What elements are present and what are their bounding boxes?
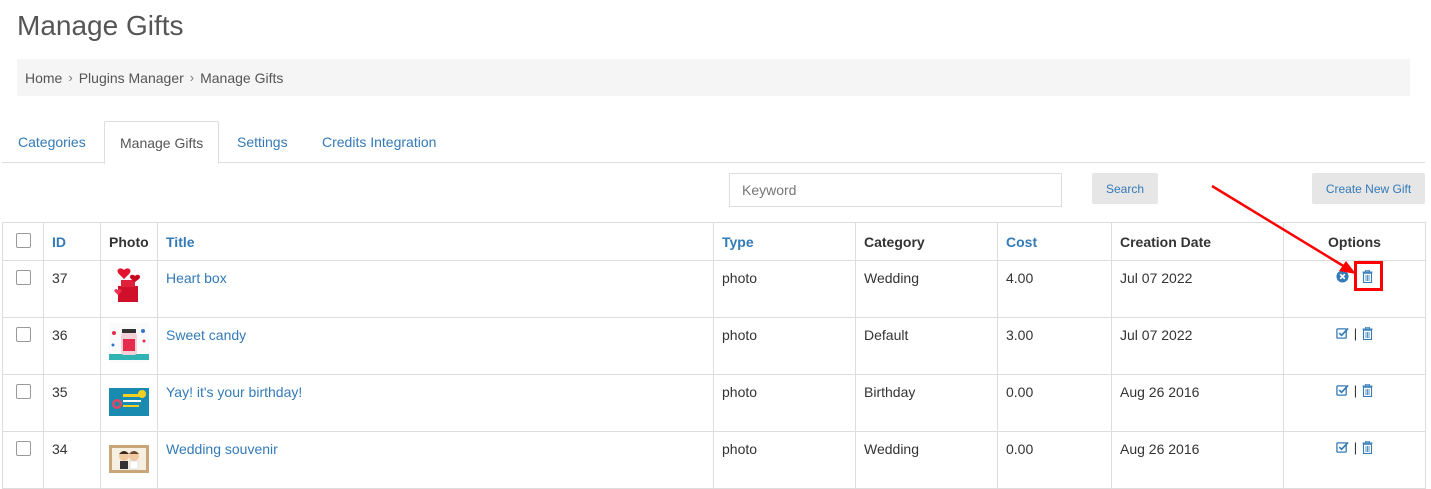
- search-button[interactable]: Search: [1092, 173, 1158, 204]
- trash-icon[interactable]: [1362, 441, 1373, 454]
- breadcrumb-manage-gifts: Manage Gifts: [200, 69, 284, 86]
- tab-categories[interactable]: Categories: [3, 121, 101, 163]
- search-input[interactable]: [729, 173, 1062, 207]
- row-category: Wedding: [855, 260, 998, 318]
- breadcrumb-home[interactable]: Home: [25, 70, 62, 86]
- table-header-row: ID Photo Title Type Category Cost Creati…: [2, 222, 1426, 261]
- header-id[interactable]: ID: [43, 222, 101, 261]
- circle-x-icon[interactable]: [1336, 270, 1349, 283]
- row-id: 37: [43, 260, 101, 318]
- gift-thumbnail-wedding-souvenir: [109, 445, 149, 473]
- tab-bar: Categories Manage Gifts Settings Credits…: [2, 121, 1425, 164]
- tab-settings[interactable]: Settings: [222, 121, 303, 163]
- row-type: photo: [713, 431, 856, 489]
- header-cost[interactable]: Cost: [997, 222, 1112, 261]
- table-row: 36 Sweet candy photo Default 3.00 Jul 07…: [2, 317, 1426, 375]
- row-checkbox[interactable]: [15, 327, 31, 342]
- row-checkbox[interactable]: [15, 441, 31, 456]
- trash-icon[interactable]: [1362, 327, 1373, 340]
- create-new-gift-button[interactable]: Create New Gift: [1312, 173, 1425, 204]
- gift-title-link[interactable]: Sweet candy: [166, 327, 246, 343]
- table-row: 35 Yay! it's your birthday! photo Birthd…: [2, 374, 1426, 432]
- trash-icon[interactable]: [1362, 384, 1373, 397]
- row-id: 36: [43, 317, 101, 375]
- header-title[interactable]: Title: [157, 222, 714, 261]
- checkbox-edit-icon[interactable]: [1336, 441, 1349, 454]
- row-creation-date: Aug 26 2016: [1111, 374, 1284, 432]
- row-cost: 0.00: [997, 431, 1112, 489]
- row-cost: 3.00: [997, 317, 1112, 375]
- gift-title-link[interactable]: Heart box: [166, 270, 227, 286]
- row-category: Birthday: [855, 374, 998, 432]
- row-cost: 0.00: [997, 374, 1112, 432]
- gift-thumbnail-birthday: [109, 388, 149, 416]
- header-photo: Photo: [100, 222, 158, 261]
- tab-credits-integration[interactable]: Credits Integration: [307, 121, 451, 163]
- row-creation-date: Jul 07 2022: [1111, 260, 1284, 318]
- gift-title-link[interactable]: Wedding souvenir: [166, 441, 278, 457]
- row-type: photo: [713, 317, 856, 375]
- row-type: photo: [713, 374, 856, 432]
- gift-thumbnail-heart-box: [114, 268, 141, 302]
- gift-title-link[interactable]: Yay! it's your birthday!: [166, 384, 302, 400]
- row-cost: 4.00: [997, 260, 1112, 318]
- option-divider: |: [1353, 326, 1358, 341]
- row-checkbox[interactable]: [15, 384, 31, 399]
- option-divider: |: [1353, 383, 1358, 398]
- row-creation-date: Jul 07 2022: [1111, 317, 1284, 375]
- header-options: Options: [1283, 222, 1426, 261]
- checkbox-edit-icon[interactable]: [1336, 384, 1349, 397]
- option-divider: |: [1353, 440, 1358, 455]
- row-creation-date: Aug 26 2016: [1111, 431, 1284, 489]
- header-type[interactable]: Type: [713, 222, 856, 261]
- chevron-right-icon: ›: [189, 70, 195, 85]
- chevron-right-icon: ›: [68, 70, 73, 85]
- breadcrumb: Home › Plugins Manager › Manage Gifts: [17, 59, 1410, 96]
- table-row: 37 Heart box photo Wedding 4.00 Jul 07 2…: [2, 260, 1426, 318]
- checkbox-edit-icon[interactable]: [1336, 327, 1349, 340]
- table-row: 34 Wedding souvenir photo Wedding 0.00 A…: [2, 431, 1426, 489]
- annotation-highlight-box: [1354, 261, 1383, 291]
- gift-thumbnail-sweet-candy: [109, 323, 149, 363]
- row-category: Default: [855, 317, 998, 375]
- row-checkbox[interactable]: [15, 270, 31, 285]
- select-all-checkbox[interactable]: [15, 232, 31, 248]
- tab-manage-gifts[interactable]: Manage Gifts: [104, 121, 220, 164]
- row-category: Wedding: [855, 431, 998, 489]
- row-type: photo: [713, 260, 856, 318]
- header-select: [2, 222, 44, 261]
- row-id: 34: [43, 431, 101, 489]
- row-id: 35: [43, 374, 101, 432]
- breadcrumb-plugins-manager[interactable]: Plugins Manager: [79, 70, 184, 86]
- page-title: Manage Gifts: [17, 10, 184, 41]
- header-creation-date: Creation Date: [1111, 222, 1284, 261]
- gifts-table: ID Photo Title Type Category Cost Creati…: [2, 222, 1426, 489]
- header-category: Category: [855, 222, 998, 261]
